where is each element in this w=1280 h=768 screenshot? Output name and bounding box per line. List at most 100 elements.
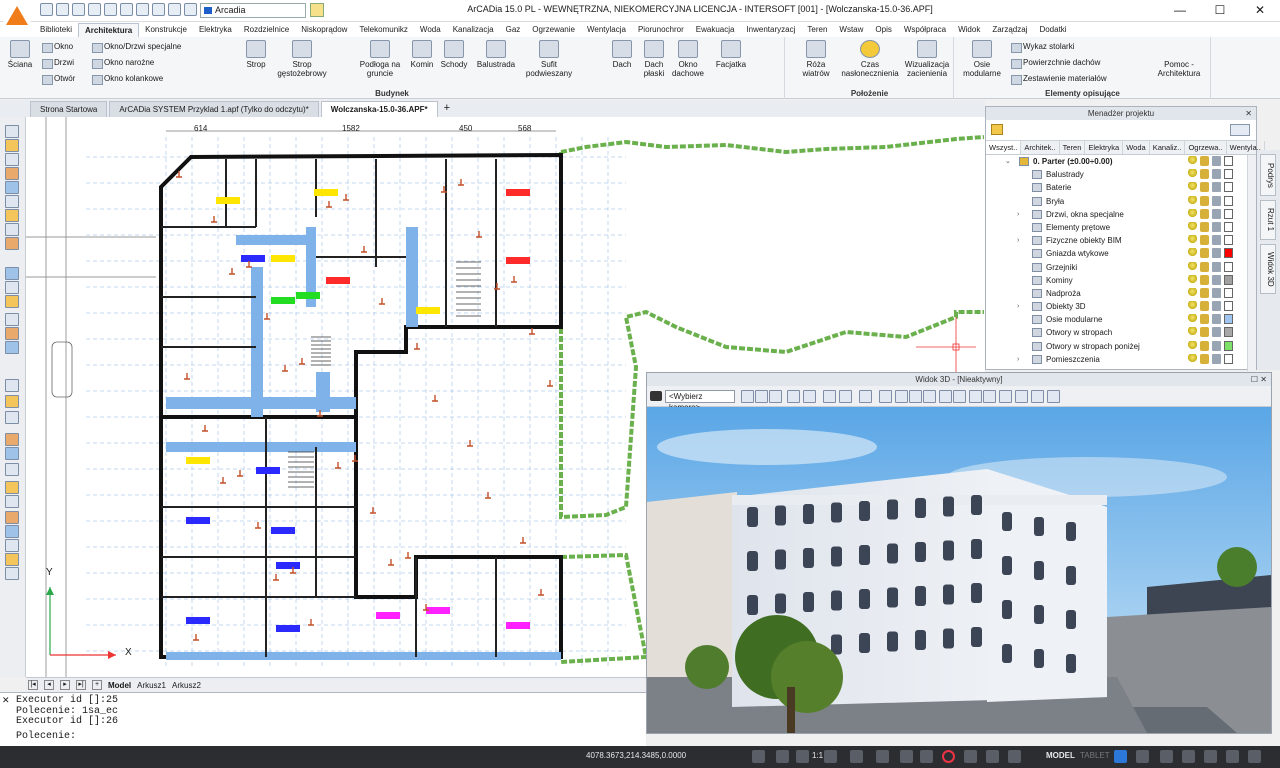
expand-icon[interactable]: › xyxy=(1017,208,1019,221)
close-icon[interactable]: ✕ xyxy=(1245,107,1252,120)
lock-icon[interactable] xyxy=(1200,195,1209,206)
status-toggle-icon[interactable] xyxy=(776,750,789,763)
visibility-bulb-icon[interactable] xyxy=(1188,235,1197,246)
next-sheet-button[interactable]: ▸ xyxy=(60,680,70,690)
ribbon-tab[interactable]: Woda xyxy=(414,23,447,37)
status-toggle-icon[interactable] xyxy=(942,750,955,763)
view-3d-tool-icon[interactable] xyxy=(969,390,982,403)
print-icon[interactable] xyxy=(1212,327,1221,338)
status-toggle-icon[interactable] xyxy=(1182,750,1195,763)
tool-icon[interactable] xyxy=(5,295,19,308)
tree-item[interactable]: Otwory w stropach poniżej xyxy=(986,340,1256,353)
sunlight-time-button[interactable]: Czas nasłonecznienia xyxy=(838,40,902,78)
view-3d-tool-icon[interactable] xyxy=(983,390,996,403)
corner-window-button[interactable]: Okno narożne xyxy=(92,58,154,69)
ribbon-tab[interactable]: Ogrzewanie xyxy=(526,23,581,37)
slab-button[interactable]: Strop xyxy=(234,40,278,69)
lock-icon[interactable] xyxy=(1200,235,1209,246)
folder-icon[interactable] xyxy=(991,124,1003,135)
ribbon-tab[interactable]: Piorunochror xyxy=(632,23,690,37)
dormer-button[interactable]: Facjatka xyxy=(710,40,752,69)
project-tree-scrollbar[interactable] xyxy=(1247,155,1256,371)
tool-icon[interactable] xyxy=(5,223,19,236)
visibility-bulb-icon[interactable] xyxy=(1188,301,1197,312)
tree-item[interactable]: Otwory w stropach xyxy=(986,326,1256,339)
layer-color-swatch[interactable] xyxy=(1224,248,1233,259)
lock-icon[interactable] xyxy=(1200,301,1209,312)
visibility-bulb-icon[interactable] xyxy=(1188,274,1197,285)
layer-color-swatch[interactable] xyxy=(1224,301,1233,312)
visibility-bulb-icon[interactable] xyxy=(1188,248,1197,259)
tree-item[interactable]: › Drzwi, okna specjalne xyxy=(986,208,1256,221)
sheet-tab-arkusz1[interactable]: Arkusz1 xyxy=(137,681,166,690)
tool-icon[interactable] xyxy=(5,341,19,354)
help-architecture-button[interactable]: Pomoc - Architektura xyxy=(1149,40,1209,78)
side-tab-rzut[interactable]: Rzut 1 xyxy=(1260,200,1276,240)
ribbon-tab[interactable]: Dodatki xyxy=(1033,23,1072,37)
view-3d-window-controls[interactable]: ☐ ✕ xyxy=(1251,373,1267,386)
ribbon-tab[interactable]: Gaz xyxy=(500,23,527,37)
status-toggle-icon[interactable] xyxy=(1248,750,1261,763)
view-3d-tool-icon[interactable] xyxy=(1047,390,1060,403)
tool-icon[interactable] xyxy=(5,567,19,580)
visibility-bulb-icon[interactable] xyxy=(1188,169,1197,180)
ribbon-tab[interactable]: Wstaw xyxy=(833,23,869,37)
tool-icon[interactable] xyxy=(5,181,19,194)
tool-icon[interactable] xyxy=(5,237,19,250)
ribbon-tab[interactable]: Biblioteki xyxy=(34,23,78,37)
view-3d-tool-icon[interactable] xyxy=(755,390,768,403)
redo-icon[interactable] xyxy=(136,3,149,16)
ribbon-tab[interactable]: Zarządzaj xyxy=(986,23,1033,37)
tree-item[interactable]: Nadproża xyxy=(986,287,1256,300)
side-tab-widok3d[interactable]: Widok 3D xyxy=(1260,244,1276,294)
lock-icon[interactable] xyxy=(1200,169,1209,180)
ribbon-tab[interactable]: Teren xyxy=(801,23,833,37)
visibility-bulb-icon[interactable] xyxy=(1188,261,1197,272)
visibility-bulb-icon[interactable] xyxy=(1188,182,1197,193)
material-list-button[interactable]: Zestawienie materiałów xyxy=(1011,74,1107,85)
roof-window-button[interactable]: Okno dachowe xyxy=(668,40,708,78)
project-manager-tab[interactable]: Architek.. xyxy=(1021,141,1060,154)
status-toggle-icon[interactable] xyxy=(752,750,765,763)
sheet-tab-arkusz2[interactable]: Arkusz2 xyxy=(172,681,201,690)
tree-item[interactable]: Osie modularne xyxy=(986,313,1256,326)
layer-color-swatch[interactable] xyxy=(1224,274,1233,285)
tree-item[interactable]: › Pomieszczenia xyxy=(986,353,1256,366)
scale-readout[interactable]: 1:1 xyxy=(812,751,823,760)
ribbon-tab[interactable]: Widok xyxy=(952,23,986,37)
status-toggle-icon[interactable] xyxy=(920,750,933,763)
view-3d-tool-icon[interactable] xyxy=(803,390,816,403)
view-3d-tool-icon[interactable] xyxy=(999,390,1012,403)
wind-rose-button[interactable]: Róża wiatrów xyxy=(794,40,838,78)
layer-color-swatch[interactable] xyxy=(1224,195,1233,206)
view-3d-tool-icon[interactable] xyxy=(879,390,892,403)
tool-icon[interactable] xyxy=(5,281,19,294)
sheet-tab-model[interactable]: Model xyxy=(108,681,131,690)
app-logo-icon[interactable] xyxy=(2,0,32,30)
print-icon[interactable] xyxy=(1212,261,1221,272)
ribbon-tab[interactable]: Wentylacja xyxy=(581,23,632,37)
side-tab-podrys[interactable]: Podrys xyxy=(1260,154,1276,196)
status-toggle-icon[interactable] xyxy=(876,750,889,763)
view-3d-tool-icon[interactable] xyxy=(741,390,754,403)
expand-icon[interactable]: › xyxy=(1017,353,1019,366)
lock-icon[interactable] xyxy=(1200,340,1209,351)
roof-areas-button[interactable]: Powierzchnie dachów xyxy=(1011,58,1100,69)
tool-icon[interactable] xyxy=(5,395,19,408)
tool-icon[interactable] xyxy=(5,209,19,222)
ribbon-tab[interactable]: Kanalizacja xyxy=(447,23,500,37)
document-tab[interactable]: ArCADia SYSTEM Przyklad 1.apf (Tylko do … xyxy=(109,101,319,117)
knee-window-button[interactable]: Okno kolankowe xyxy=(92,74,163,85)
tool-icon[interactable] xyxy=(5,327,19,340)
close-button[interactable]: ✕ xyxy=(1240,0,1280,22)
tool-icon[interactable] xyxy=(5,313,19,326)
lock-icon[interactable] xyxy=(1200,208,1209,219)
expand-icon[interactable]: › xyxy=(1017,234,1019,247)
status-toggle-icon[interactable] xyxy=(1204,750,1217,763)
layer-lock-icon[interactable] xyxy=(184,3,197,16)
lock-icon[interactable] xyxy=(1200,182,1209,193)
layer-color-swatch[interactable] xyxy=(1224,221,1233,232)
view-3d-tool-icon[interactable] xyxy=(953,390,966,403)
first-sheet-button[interactable]: |◂ xyxy=(28,680,38,690)
visibility-bulb-icon[interactable] xyxy=(1188,314,1197,325)
